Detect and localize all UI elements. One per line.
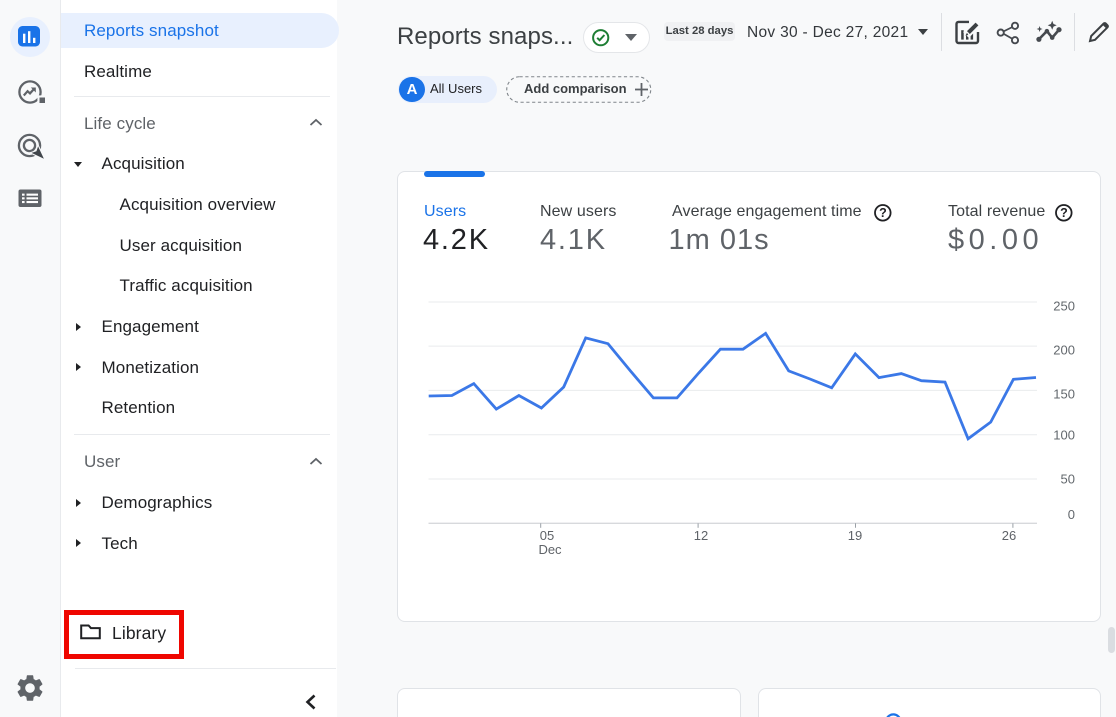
svg-text:250: 250 — [1053, 299, 1075, 314]
svg-text:?: ? — [879, 206, 887, 220]
svg-text:100: 100 — [1053, 428, 1075, 443]
svg-text:0: 0 — [1068, 507, 1075, 522]
svg-text:200: 200 — [1053, 343, 1075, 358]
svg-text:05: 05 — [540, 528, 554, 543]
svg-text:19: 19 — [848, 528, 862, 543]
svg-text:50: 50 — [1061, 472, 1075, 487]
svg-text:12: 12 — [694, 528, 708, 543]
svg-text:26: 26 — [1002, 528, 1016, 543]
svg-text:?: ? — [1060, 206, 1068, 220]
svg-text:Dec: Dec — [538, 542, 562, 557]
svg-text:150: 150 — [1053, 387, 1075, 402]
